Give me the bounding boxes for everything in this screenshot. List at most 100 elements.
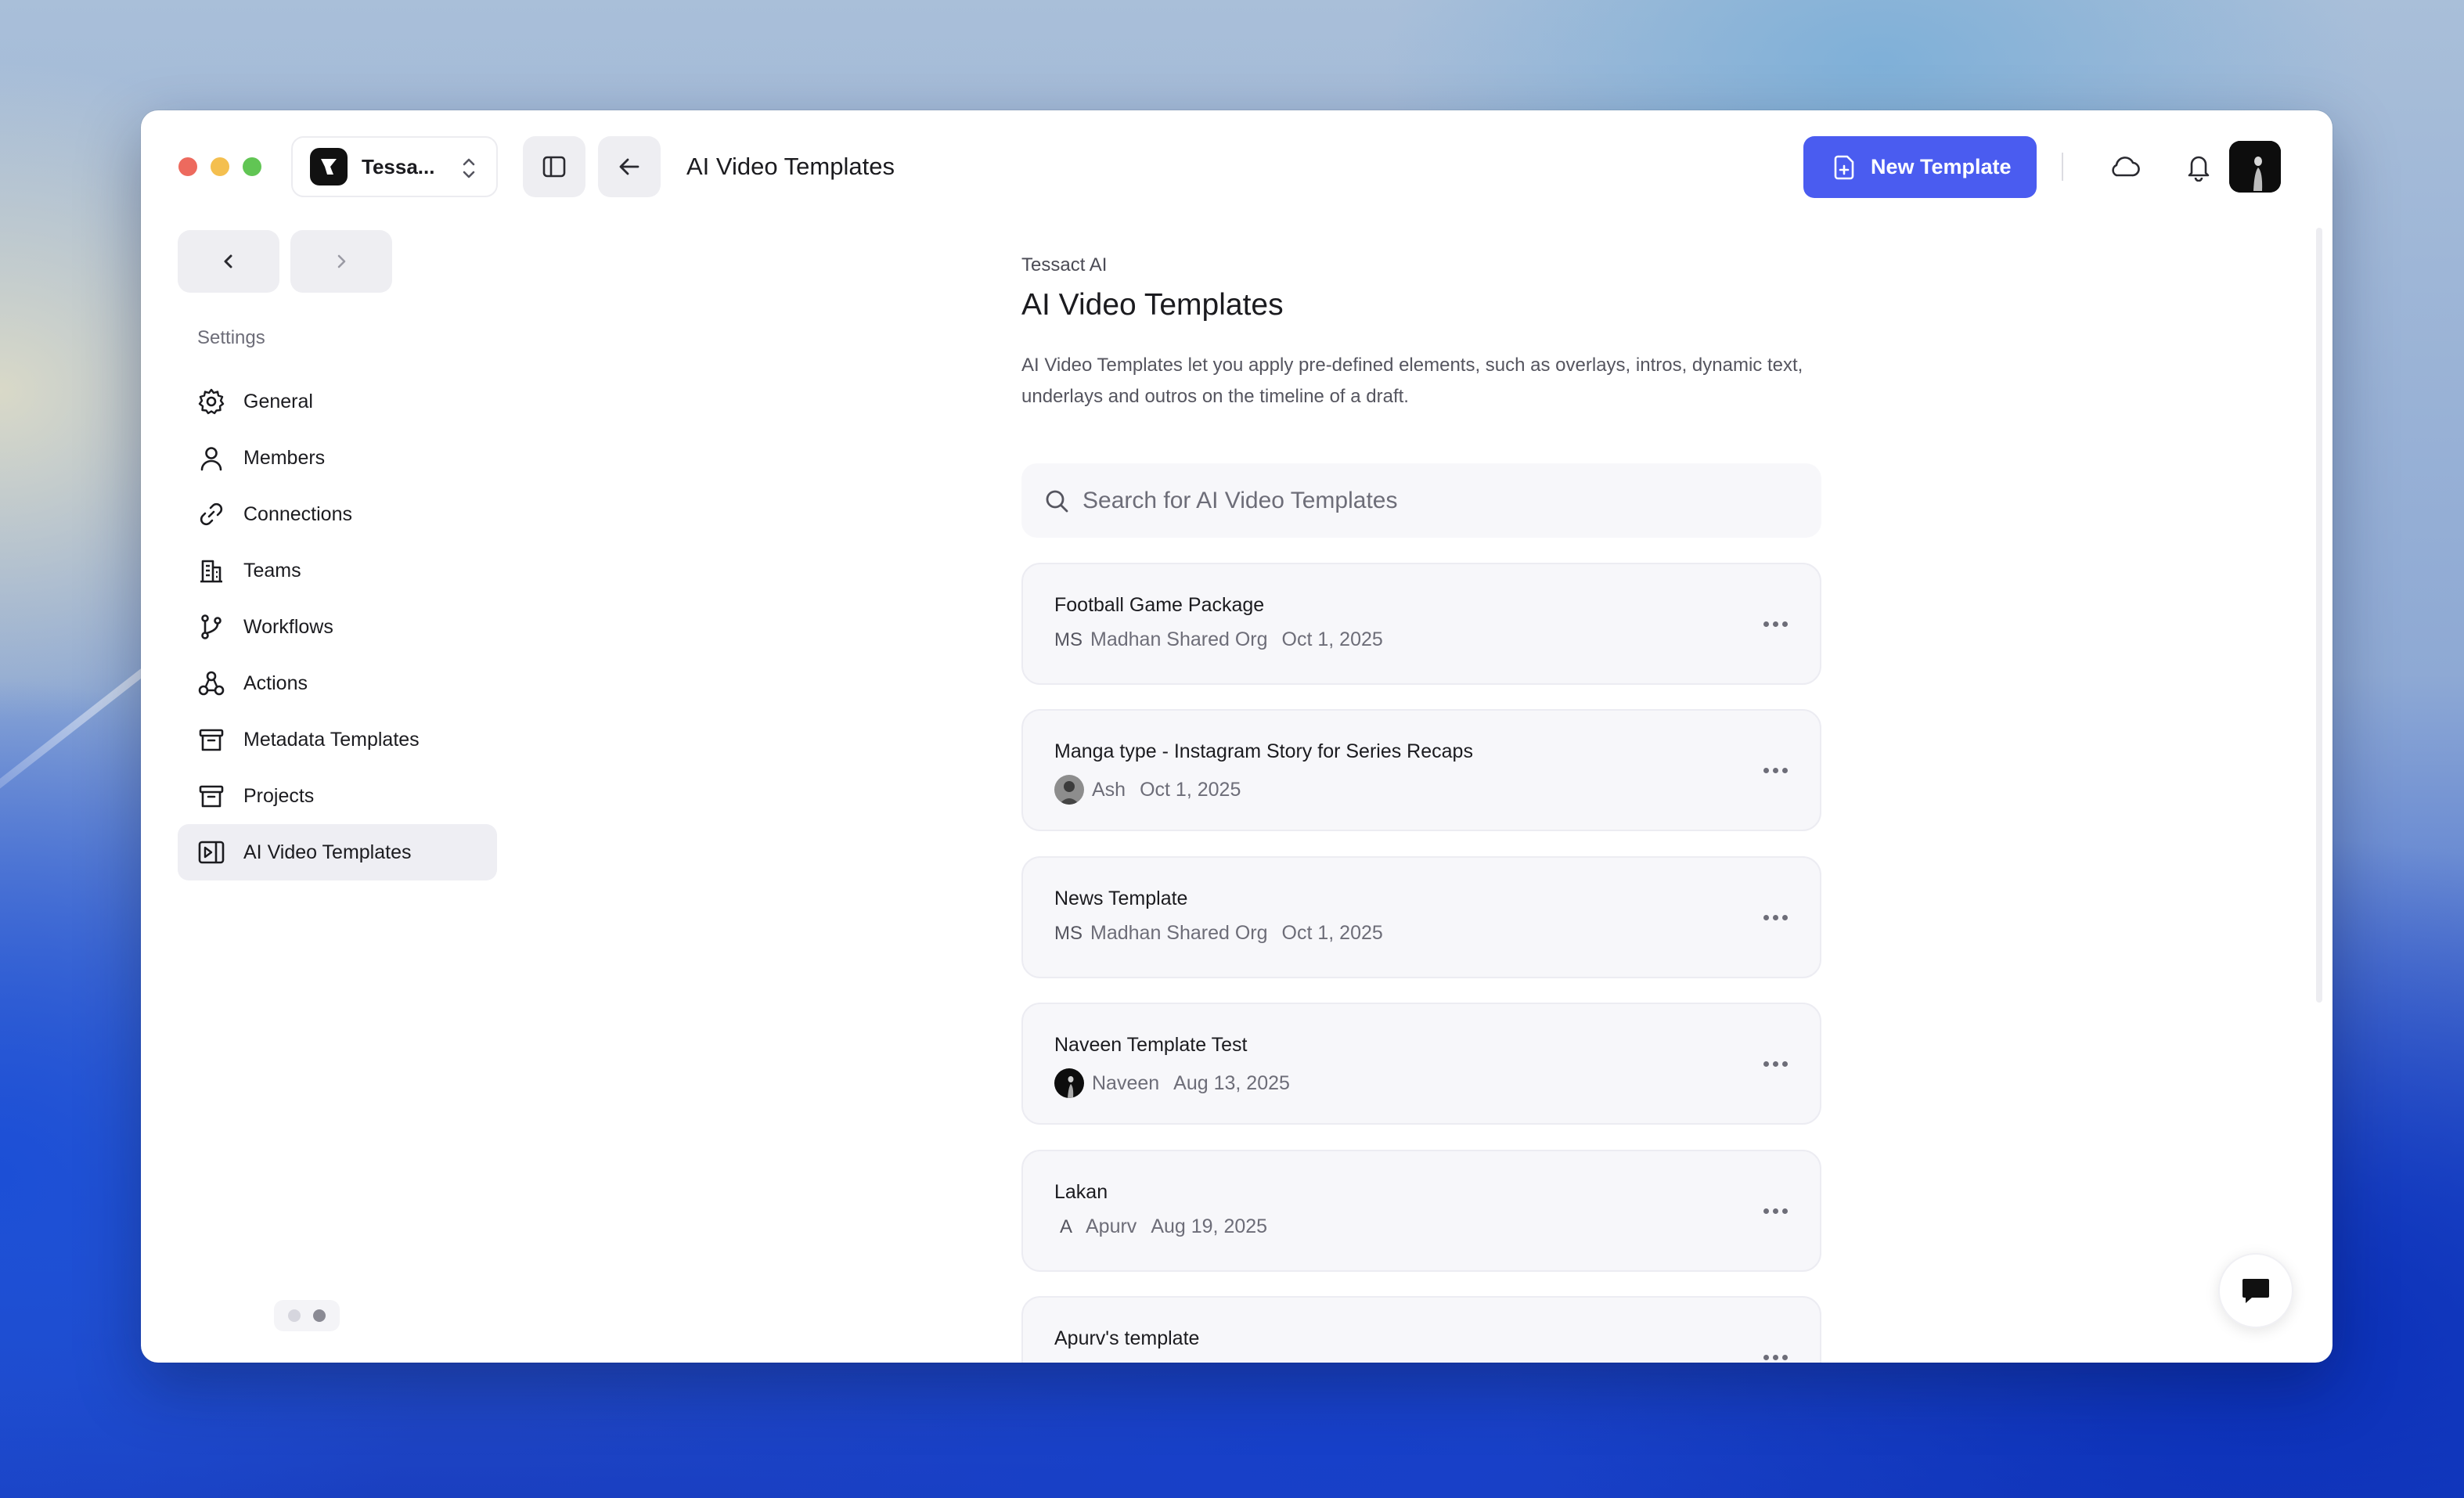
- org-name: Tessact AI: [1021, 254, 1108, 275]
- sidebar-item-label: AI Video Templates: [243, 841, 412, 863]
- sidebar-item-members[interactable]: Members: [178, 430, 497, 486]
- more-options-button[interactable]: [1756, 754, 1795, 786]
- new-template-label: New Template: [1871, 155, 2012, 178]
- more-options-button[interactable]: [1756, 1341, 1795, 1363]
- template-title: Naveen Template Test: [1054, 1034, 1248, 1056]
- workspace-switcher[interactable]: Tessa...: [291, 136, 498, 197]
- more-options-button[interactable]: [1756, 608, 1795, 639]
- page-description: AI Video Templates let you apply pre-def…: [1021, 355, 1803, 407]
- more-options-button[interactable]: [1756, 902, 1795, 933]
- sidebar-item-teams[interactable]: Teams: [178, 542, 497, 599]
- sidebar-item-label: Connections: [243, 502, 352, 525]
- page-dot[interactable]: [288, 1309, 301, 1322]
- chevron-right-icon: [337, 254, 346, 268]
- sidebar-item-label: Projects: [243, 784, 315, 807]
- sidebar-item-general[interactable]: General: [178, 373, 497, 430]
- search-box[interactable]: [1021, 463, 1821, 538]
- app-window: Tessa... AI Video Templates New Template…: [141, 110, 2333, 1363]
- template-title: News Template: [1054, 888, 1188, 909]
- search-input[interactable]: [1083, 487, 1787, 514]
- template-meta: A Apurv Aug 19, 2025: [1054, 1215, 1267, 1238]
- workspace-name: Tessa...: [362, 154, 435, 178]
- owner-avatar: [1054, 775, 1084, 805]
- template-date: Aug 13, 2025: [1173, 1071, 1290, 1094]
- page-dot-active[interactable]: [313, 1309, 326, 1322]
- template-date: Aug 19, 2025: [1151, 1215, 1268, 1237]
- owner-initials: A: [1059, 1215, 1072, 1237]
- template-card[interactable]: Manga type - Instagram Story for Series …: [1021, 709, 1821, 831]
- header-divider: [2062, 153, 2063, 181]
- template-card[interactable]: Naveen Template Test Naveen Aug 13, 2025: [1021, 1003, 1821, 1125]
- scrollbar[interactable]: [2316, 228, 2322, 1003]
- cloud-button[interactable]: [2099, 142, 2149, 192]
- sidebar-item-ai-video-templates[interactable]: AI Video Templates: [178, 824, 497, 880]
- chevron-up-down-icon: [460, 155, 477, 185]
- owner-name: Ash: [1092, 778, 1126, 801]
- template-card[interactable]: Football Game Package MS Madhan Shared O…: [1021, 563, 1821, 685]
- nodes-icon: [195, 667, 228, 700]
- new-file-icon: [1834, 155, 1854, 179]
- owner-name: Naveen: [1092, 1071, 1160, 1094]
- building-icon: [195, 554, 228, 587]
- user-icon: [195, 441, 228, 474]
- arrow-left-icon: [619, 158, 639, 175]
- owner-avatar: [1054, 1068, 1084, 1098]
- owner-name: Madhan Shared Org: [1090, 628, 1268, 650]
- template-date: Oct 1, 2025: [1281, 922, 1383, 944]
- back-button[interactable]: [598, 136, 661, 197]
- notifications-button[interactable]: [2174, 142, 2224, 192]
- owner-initials: MS: [1054, 628, 1083, 650]
- owner-name: Madhan Shared Org: [1090, 922, 1268, 944]
- template-card[interactable]: Lakan A Apurv Aug 19, 2025: [1021, 1150, 1821, 1272]
- minimize-window-button[interactable]: [211, 157, 229, 176]
- zoom-window-button[interactable]: [243, 157, 261, 176]
- archive-icon: [195, 780, 228, 812]
- owner-initials: MS: [1054, 922, 1083, 944]
- sidebar-item-label: Metadata Templates: [243, 728, 420, 751]
- archive-icon: [195, 723, 228, 756]
- sidebar-item-metadata-templates[interactable]: Metadata Templates: [178, 711, 497, 768]
- template-title: Manga type - Instagram Story for Series …: [1054, 740, 1473, 762]
- template-meta: Naveen Aug 13, 2025: [1054, 1068, 1290, 1098]
- template-card[interactable]: News Template MS Madhan Shared Org Oct 1…: [1021, 856, 1821, 978]
- template-date: Oct 1, 2025: [1281, 628, 1383, 650]
- new-template-button[interactable]: New Template: [1803, 136, 2037, 198]
- template-title: Lakan: [1054, 1181, 1108, 1203]
- bell-icon: [2188, 156, 2210, 182]
- cloud-icon: [2112, 157, 2140, 177]
- sidebar-icon: [542, 156, 566, 178]
- template-meta: Ash Oct 1, 2025: [1054, 775, 1241, 805]
- toggle-sidebar-button[interactable]: [523, 136, 585, 197]
- header-title: AI Video Templates: [686, 153, 895, 180]
- sidebar-item-connections[interactable]: Connections: [178, 486, 497, 542]
- sidebar-item-label: General: [243, 390, 313, 412]
- template-meta: MS Madhan Shared Org Oct 1, 2025: [1054, 922, 1383, 945]
- video-template-icon: [195, 836, 228, 869]
- sidebar-item-workflows[interactable]: Workflows: [178, 599, 497, 655]
- template-date: Oct 1, 2025: [1140, 778, 1241, 801]
- page-title: AI Video Templates: [1021, 288, 1284, 322]
- template-card[interactable]: Apurv's template: [1021, 1296, 1821, 1363]
- sidebar-item-label: Members: [243, 446, 326, 469]
- git-branch-icon: [195, 610, 228, 643]
- sidebar-item-label: Actions: [243, 672, 308, 694]
- template-title: Football Game Package: [1054, 594, 1265, 616]
- sidebar-item-label: Teams: [243, 559, 301, 582]
- more-options-button[interactable]: [1756, 1048, 1795, 1079]
- nav-next-button[interactable]: [290, 230, 392, 293]
- sidebar-item-label: Workflows: [243, 615, 333, 638]
- close-window-button[interactable]: [178, 157, 197, 176]
- link-icon: [195, 498, 228, 531]
- user-avatar[interactable]: [2229, 141, 2281, 193]
- nav-prev-button[interactable]: [178, 230, 279, 293]
- sidebar-item-actions[interactable]: Actions: [178, 655, 497, 711]
- template-title: Apurv's template: [1054, 1327, 1200, 1349]
- more-options-button[interactable]: [1756, 1195, 1795, 1226]
- chevron-left-icon: [224, 254, 232, 268]
- sidebar-item-projects[interactable]: Projects: [178, 768, 497, 824]
- gear-icon: [195, 385, 228, 418]
- chat-button[interactable]: [2218, 1253, 2293, 1328]
- page-dots: [274, 1300, 340, 1331]
- workspace-logo-icon: [310, 148, 348, 185]
- owner-name: Apurv: [1086, 1215, 1137, 1237]
